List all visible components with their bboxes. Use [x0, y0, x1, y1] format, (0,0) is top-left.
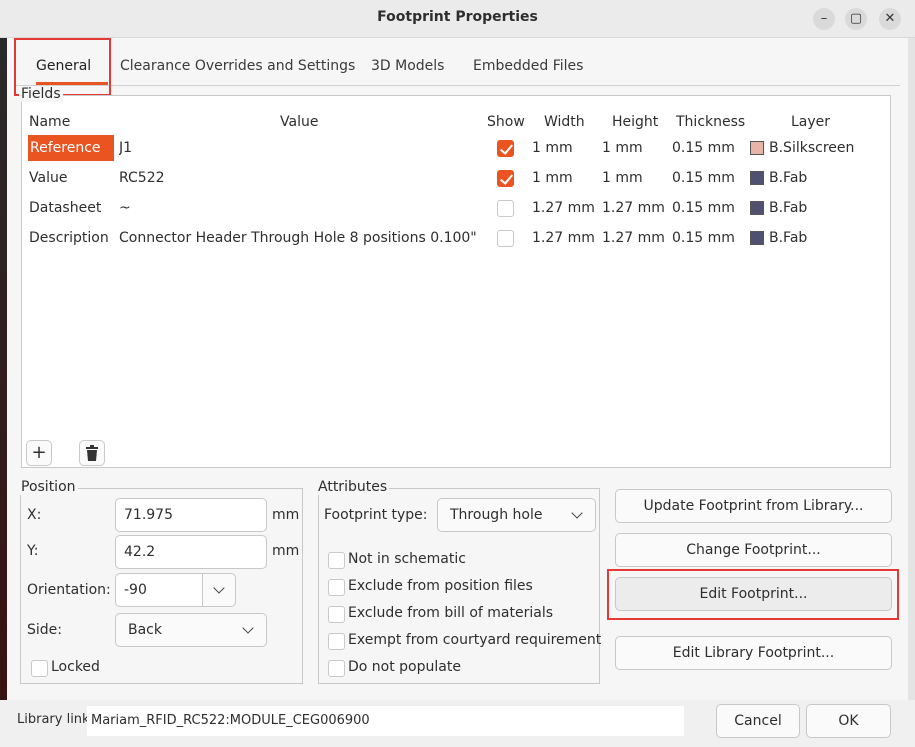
- minimize-icon[interactable]: –: [813, 8, 835, 30]
- field-height-reference[interactable]: 1 mm: [602, 140, 643, 156]
- y-unit: mm: [272, 543, 300, 559]
- orientation-input[interactable]: -90: [115, 573, 203, 607]
- do-not-populate-label: Do not populate: [348, 659, 461, 675]
- tab-clearance-overrides[interactable]: Clearance Overrides and Settings: [120, 44, 355, 86]
- header-layer: Layer: [791, 114, 831, 130]
- tab-bar: General Clearance Overrides and Settings…: [14, 44, 900, 86]
- field-thickness-reference[interactable]: 0.15 mm: [672, 140, 735, 156]
- tab-3d-models[interactable]: 3D Models: [371, 44, 444, 86]
- field-layer-description[interactable]: B.Fab: [769, 230, 807, 246]
- footprint-type-value: Through hole: [450, 507, 543, 523]
- ok-button[interactable]: OK: [806, 704, 891, 738]
- fields-group-label: Fields: [19, 86, 63, 102]
- field-width-reference[interactable]: 1 mm: [532, 140, 573, 156]
- delete-field-button[interactable]: [79, 440, 105, 466]
- field-value-description[interactable]: Connector Header Through Hole 8 position…: [119, 230, 481, 246]
- field-thickness-datasheet[interactable]: 0.15 mm: [672, 200, 735, 216]
- not-in-schematic-checkbox[interactable]: [328, 552, 345, 569]
- x-unit: mm: [272, 507, 300, 523]
- field-layer-reference[interactable]: B.Silkscreen: [769, 140, 854, 156]
- chevron-down-icon: [213, 582, 225, 594]
- trash-icon: [86, 445, 98, 461]
- field-name-description[interactable]: Description: [29, 230, 109, 246]
- edit-library-footprint-button[interactable]: Edit Library Footprint...: [615, 636, 892, 670]
- maximize-icon[interactable]: ▢: [845, 8, 867, 30]
- close-icon[interactable]: ✕: [879, 8, 901, 30]
- show-checkbox-datasheet[interactable]: [497, 200, 514, 217]
- change-footprint-button[interactable]: Change Footprint...: [615, 533, 892, 567]
- field-name-value[interactable]: Value: [29, 170, 67, 186]
- header-name: Name: [29, 114, 71, 130]
- exclude-bom-checkbox[interactable]: [328, 606, 345, 623]
- field-height-value[interactable]: 1 mm: [602, 170, 643, 186]
- side-select-value: Back: [128, 622, 162, 638]
- show-checkbox-value[interactable]: [497, 170, 514, 187]
- field-layer-value[interactable]: B.Fab: [769, 170, 807, 186]
- field-value-datasheet[interactable]: ~: [119, 200, 131, 216]
- field-layer-datasheet[interactable]: B.Fab: [769, 200, 807, 216]
- field-value-reference[interactable]: J1: [119, 140, 132, 156]
- field-name-reference[interactable]: Reference: [28, 135, 114, 161]
- cancel-button[interactable]: Cancel: [716, 704, 800, 738]
- background-window-left-edge: [0, 38, 7, 747]
- exempt-courtyard-label: Exempt from courtyard requirement: [348, 632, 602, 648]
- orientation-label: Orientation:: [27, 582, 111, 598]
- chevron-down-icon: [571, 507, 583, 519]
- x-label: X:: [27, 507, 42, 523]
- layer-color-swatch: [750, 231, 764, 245]
- side-select[interactable]: Back: [115, 613, 267, 647]
- tab-embedded-files[interactable]: Embedded Files: [473, 44, 583, 86]
- field-width-datasheet[interactable]: 1.27 mm: [532, 200, 595, 216]
- header-width: Width: [544, 114, 585, 130]
- library-link-field[interactable]: Mariam_RFID_RC522:MODULE_CEG006900: [87, 706, 684, 736]
- header-height: Height: [612, 114, 659, 130]
- header-value: Value: [280, 114, 319, 130]
- locked-label: Locked: [51, 659, 100, 675]
- header-thickness: Thickness: [676, 114, 746, 130]
- add-field-button[interactable]: +: [26, 440, 52, 466]
- not-in-schematic-label: Not in schematic: [348, 551, 466, 567]
- field-width-description[interactable]: 1.27 mm: [532, 230, 595, 246]
- show-checkbox-reference[interactable]: [497, 140, 514, 157]
- title-bar: Footprint Properties – ▢ ✕: [0, 0, 915, 38]
- side-label: Side:: [27, 622, 62, 638]
- layer-color-swatch: [750, 171, 764, 185]
- chevron-down-icon: [242, 622, 254, 634]
- field-name-datasheet[interactable]: Datasheet: [29, 200, 101, 216]
- layer-color-swatch: [750, 201, 764, 215]
- window-title: Footprint Properties: [377, 9, 538, 25]
- fields-table: Name Value Show Width Height Thickness L…: [21, 95, 891, 468]
- exclude-position-files-label: Exclude from position files: [348, 578, 533, 594]
- field-value-value[interactable]: RC522: [119, 170, 165, 186]
- locked-checkbox[interactable]: [31, 660, 48, 677]
- library-link-label: Library link:: [17, 712, 94, 727]
- highlight-box-edit-footprint: [607, 569, 899, 620]
- update-footprint-button[interactable]: Update Footprint from Library...: [615, 489, 892, 523]
- exempt-courtyard-checkbox[interactable]: [328, 633, 345, 650]
- orientation-dropdown-button[interactable]: [202, 573, 236, 607]
- layer-color-swatch: [750, 141, 764, 155]
- field-height-datasheet[interactable]: 1.27 mm: [602, 200, 665, 216]
- x-input[interactable]: 71.975: [115, 498, 267, 532]
- field-thickness-description[interactable]: 0.15 mm: [672, 230, 735, 246]
- field-thickness-value[interactable]: 0.15 mm: [672, 170, 735, 186]
- exclude-bom-label: Exclude from bill of materials: [348, 605, 554, 621]
- footprint-type-select[interactable]: Through hole: [437, 498, 596, 532]
- attributes-group-label: Attributes: [316, 479, 390, 495]
- footprint-type-label: Footprint type:: [324, 507, 428, 523]
- field-width-value[interactable]: 1 mm: [532, 170, 573, 186]
- show-checkbox-description[interactable]: [497, 230, 514, 247]
- y-label: Y:: [27, 543, 39, 559]
- field-height-description[interactable]: 1.27 mm: [602, 230, 665, 246]
- y-input[interactable]: 42.2: [115, 535, 267, 569]
- header-show: Show: [487, 114, 525, 130]
- background-window-right-edge: [908, 38, 915, 747]
- position-group-label: Position: [19, 479, 78, 495]
- exclude-position-files-checkbox[interactable]: [328, 579, 345, 596]
- do-not-populate-checkbox[interactable]: [328, 660, 345, 677]
